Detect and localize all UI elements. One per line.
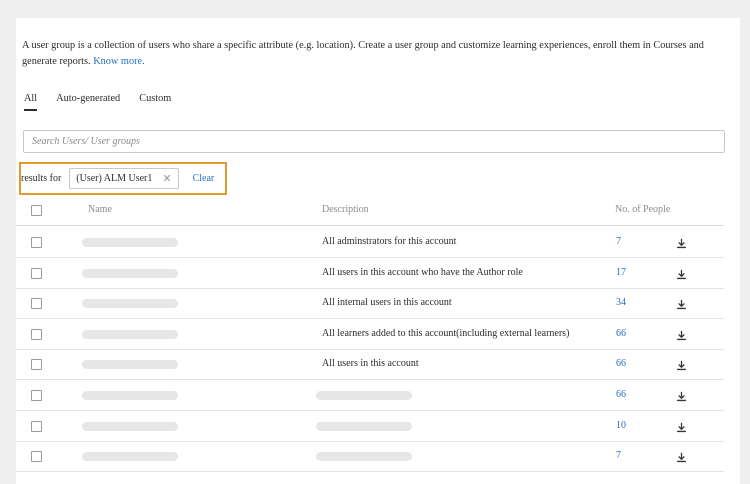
row-checkbox[interactable] [31,328,42,340]
people-count-link[interactable]: 66 [616,358,626,369]
know-more-link[interactable]: Know more. [93,56,144,67]
table-row[interactable]: All internal users in this account 34 [16,288,724,320]
row-checkbox[interactable] [31,237,42,248]
people-count-link[interactable]: 10 [616,420,626,431]
description-placeholder [316,391,412,400]
results-for-label: results for [21,173,62,184]
download-icon[interactable] [676,389,687,402]
name-placeholder [82,360,178,370]
people-count-link[interactable]: 7 [616,236,621,247]
row-description: All learners added to this account(inclu… [322,327,570,339]
intro-text: A user group is a collection of users wh… [22,38,734,70]
row-checkbox[interactable] [31,390,42,401]
name-placeholder [82,268,178,278]
download-icon[interactable] [676,236,687,249]
description-placeholder [316,421,412,431]
user-groups-panel: A user group is a collection of users wh… [16,18,740,484]
row-checkbox[interactable] [31,298,42,310]
table-row[interactable]: All adminstrators for this account 7 [16,227,724,258]
people-count-link[interactable]: 34 [616,297,626,308]
active-filter-highlight: results for (User) ALM User1 ✕ Clear [19,162,227,195]
column-header-name[interactable]: Name [88,204,112,215]
tab-all[interactable]: All [24,93,38,111]
name-placeholder [82,421,178,431]
name-placeholder [82,452,178,462]
column-header-people[interactable]: No. of People [615,204,670,215]
row-checkbox[interactable] [31,359,42,371]
table-row[interactable]: All users in this account 66 [16,349,724,381]
people-count-link[interactable]: 66 [616,328,626,339]
select-all-checkbox[interactable] [31,205,42,216]
row-description: All users in this account who have the A… [322,266,523,278]
table-header: Name Description No. of People [16,198,724,226]
download-icon[interactable] [676,358,687,371]
row-description: All users in this account [322,358,419,370]
name-placeholder [82,391,178,400]
table-row[interactable]: All learners added to this account(inclu… [16,319,724,350]
name-placeholder [82,238,178,247]
row-checkbox[interactable] [31,267,42,279]
clear-filter-link[interactable]: Clear [193,173,215,184]
name-placeholder [82,329,178,339]
download-icon[interactable] [676,420,687,432]
filter-chip-label: (User) ALM User1 [76,173,153,184]
row-checkbox[interactable] [31,451,42,463]
people-count-link[interactable]: 66 [616,389,626,400]
download-icon[interactable] [676,297,687,310]
people-count-link[interactable]: 7 [616,450,621,461]
download-icon[interactable] [676,267,687,279]
tab-bar: All Auto-generated Custom [24,93,190,111]
close-icon[interactable]: ✕ [162,172,171,185]
download-icon[interactable] [676,450,687,463]
filter-chip[interactable]: (User) ALM User1 ✕ [69,168,179,189]
tab-custom[interactable]: Custom [139,93,171,111]
download-icon[interactable] [676,328,687,340]
name-placeholder [82,299,178,309]
table-row[interactable]: 66 [16,380,724,411]
people-count-link[interactable]: 17 [616,267,626,278]
tab-auto-generated[interactable]: Auto-generated [56,93,120,111]
table-row[interactable]: All users in this account who have the A… [16,258,724,289]
row-description: All adminstrators for this account [322,236,457,247]
description-placeholder [316,452,412,462]
search-input[interactable] [23,130,725,153]
row-checkbox[interactable] [31,420,42,432]
column-header-description[interactable]: Description [322,204,369,215]
row-description: All internal users in this account [322,297,452,309]
table-row[interactable]: 10 [16,411,724,442]
table-row[interactable]: 7 [16,441,724,473]
